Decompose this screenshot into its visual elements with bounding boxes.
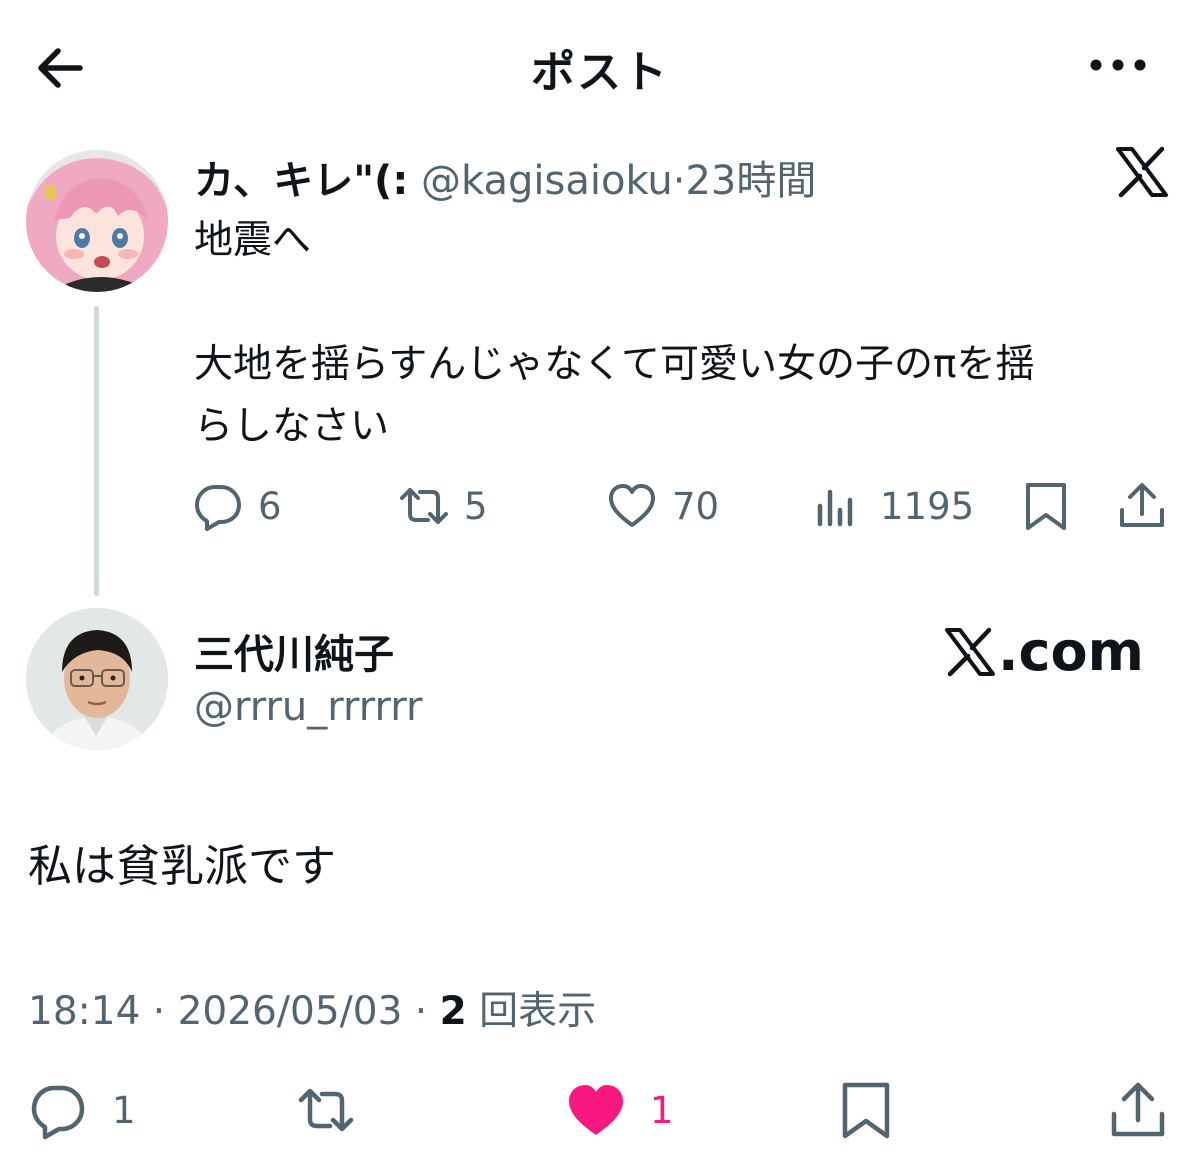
bar-chart-icon <box>817 489 853 527</box>
author-handle[interactable]: @kagisaioku <box>421 158 673 204</box>
reply-icon <box>31 1085 85 1140</box>
avatar[interactable] <box>26 608 168 750</box>
bookmark-button[interactable] <box>1020 478 1086 534</box>
post-text-line: 大地を揺らすんじゃなくて可愛い女の子のπを揺 <box>194 342 1035 387</box>
author-name[interactable]: カ、キレ"(: <box>194 158 408 204</box>
like-button[interactable]: 70 <box>606 478 719 534</box>
post-time[interactable]: 23時間 <box>685 158 816 204</box>
repost-count: 5 <box>464 484 488 528</box>
separator-dot: · <box>140 989 178 1034</box>
share-icon <box>1111 1082 1165 1137</box>
heart-icon <box>609 484 655 527</box>
quote-user-name[interactable]: 三代川純子 <box>194 622 394 680</box>
parent-post-text: 地震へ 大地を揺らすんじゃなくて可愛い女の子のπを揺 らしなさい <box>194 210 1184 458</box>
share-icon <box>1120 483 1164 527</box>
post-text: 私は貧乳派です <box>28 841 336 892</box>
reply-count: 1 <box>112 1088 136 1132</box>
more-button[interactable] <box>1086 50 1150 80</box>
reply-count: 6 <box>258 484 282 528</box>
reply-button[interactable]: 6 <box>192 478 282 534</box>
bookmark-icon <box>1026 483 1066 530</box>
share-button[interactable] <box>1108 1078 1192 1142</box>
views-label: 回表示 <box>466 989 597 1034</box>
anime-avatar-image <box>26 150 168 292</box>
like-count: 70 <box>672 484 720 528</box>
watermark-text: .com <box>998 620 1144 683</box>
views-button[interactable]: 1195 <box>814 478 974 534</box>
repost-icon <box>400 488 448 524</box>
post-text-line: 地震へ <box>194 218 312 263</box>
heart-filled-icon <box>569 1085 623 1135</box>
post-time[interactable]: 18:14 <box>28 989 140 1034</box>
repost-button[interactable]: 5 <box>398 478 488 534</box>
share-button[interactable] <box>1116 478 1182 534</box>
x-logo-icon <box>1115 146 1169 198</box>
more-dots-icon <box>1090 59 1146 71</box>
quote-user-handle[interactable]: @rrru_rrrrrr <box>194 684 422 730</box>
like-button[interactable]: 1 <box>566 1078 674 1142</box>
repost-button[interactable] <box>296 1078 380 1142</box>
thread-line <box>94 306 99 596</box>
like-count: 1 <box>650 1088 674 1132</box>
avatar[interactable] <box>26 150 168 292</box>
repost-icon <box>298 1088 354 1132</box>
parent-post-header: カ、キレ"(: @kagisaioku·23時間 <box>194 148 816 206</box>
reply-icon <box>195 485 241 531</box>
bookmark-icon <box>842 1082 890 1139</box>
reply-button[interactable]: 1 <box>28 1078 136 1142</box>
bookmark-button[interactable] <box>836 1078 920 1142</box>
profile-photo-image <box>26 608 168 750</box>
post-date[interactable]: 2026/05/03 <box>178 989 403 1034</box>
separator-dot: · <box>672 158 686 204</box>
x-logo-icon <box>945 627 995 676</box>
page-title: ポスト <box>531 47 669 98</box>
x-com-watermark: .com <box>944 620 1144 683</box>
separator-dot: · <box>402 989 440 1034</box>
post-text-line: らしなさい <box>194 404 390 449</box>
post-meta: 18:14 · 2026/05/03 · 2 回表示 <box>28 980 596 1036</box>
view-count: 1195 <box>880 484 975 528</box>
views-count: 2 <box>439 989 467 1034</box>
